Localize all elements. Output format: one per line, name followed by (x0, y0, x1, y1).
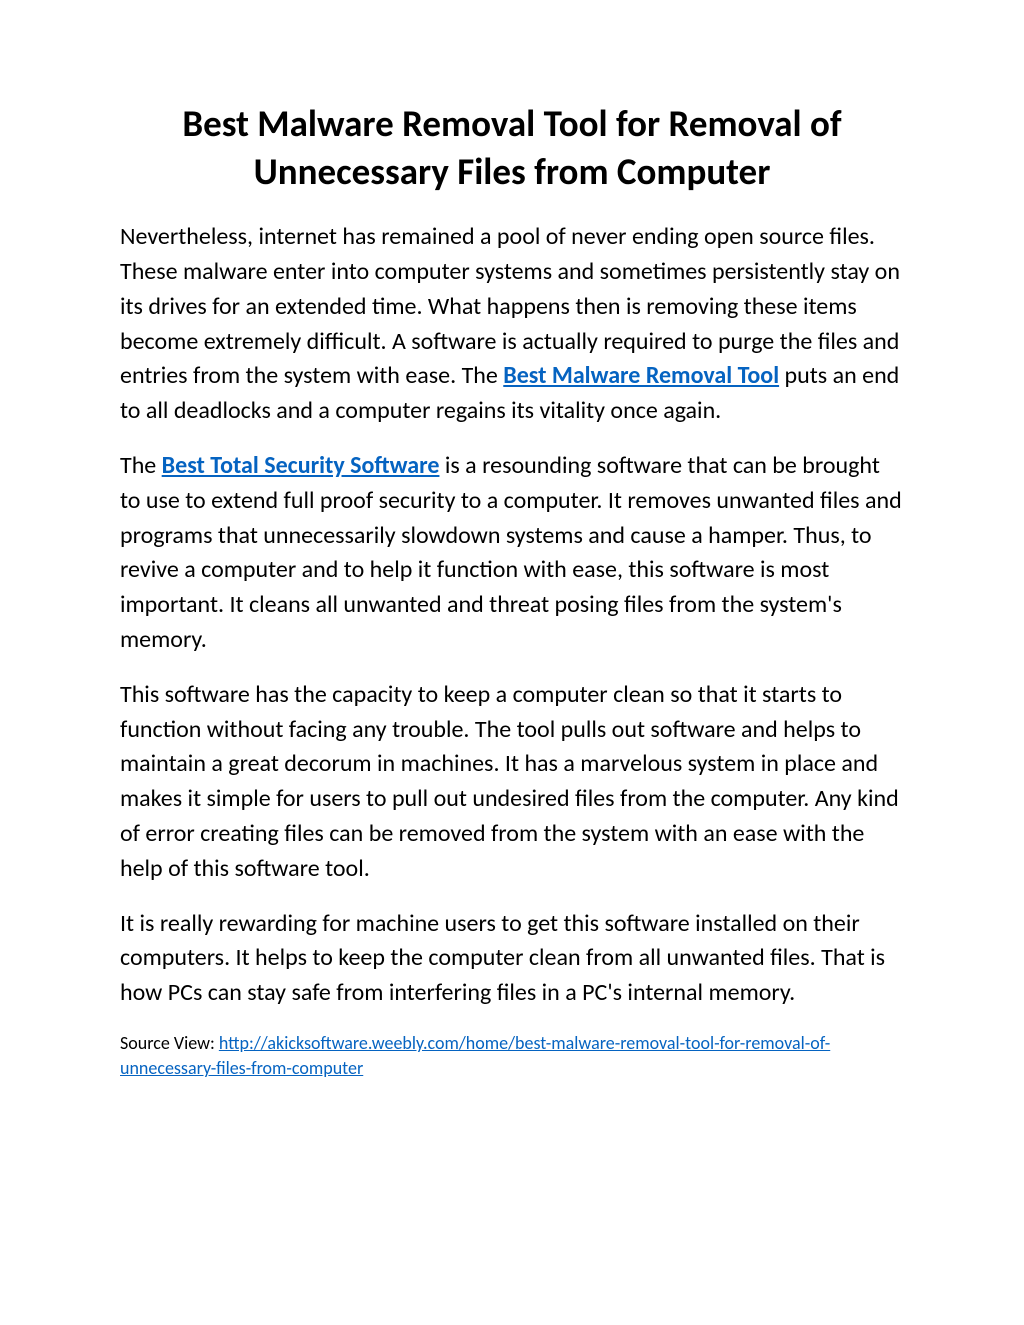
malware-removal-tool-link[interactable]: Best Malware Removal Tool (503, 361, 779, 390)
source-line: Source View: http://akicksoftware.weebly… (120, 1031, 904, 1081)
total-security-software-link[interactable]: Best Total Security Software (162, 451, 440, 480)
document-title: Best Malware Removal Tool for Removal of… (120, 100, 904, 196)
paragraph-4: It is really rewarding for machine users… (120, 907, 904, 1011)
source-url-link[interactable]: http://akicksoftware.weebly.com/home/bes… (120, 1032, 830, 1079)
paragraph-3: This software has the capacity to keep a… (120, 678, 904, 887)
paragraph-1: Nevertheless, internet has remained a po… (120, 220, 904, 429)
para2-text-after: is a resounding software that can be bro… (120, 451, 902, 654)
source-label: Source View: (120, 1032, 219, 1054)
para2-text-before: The (120, 451, 162, 480)
paragraph-2: The Best Total Security Software is a re… (120, 449, 904, 658)
